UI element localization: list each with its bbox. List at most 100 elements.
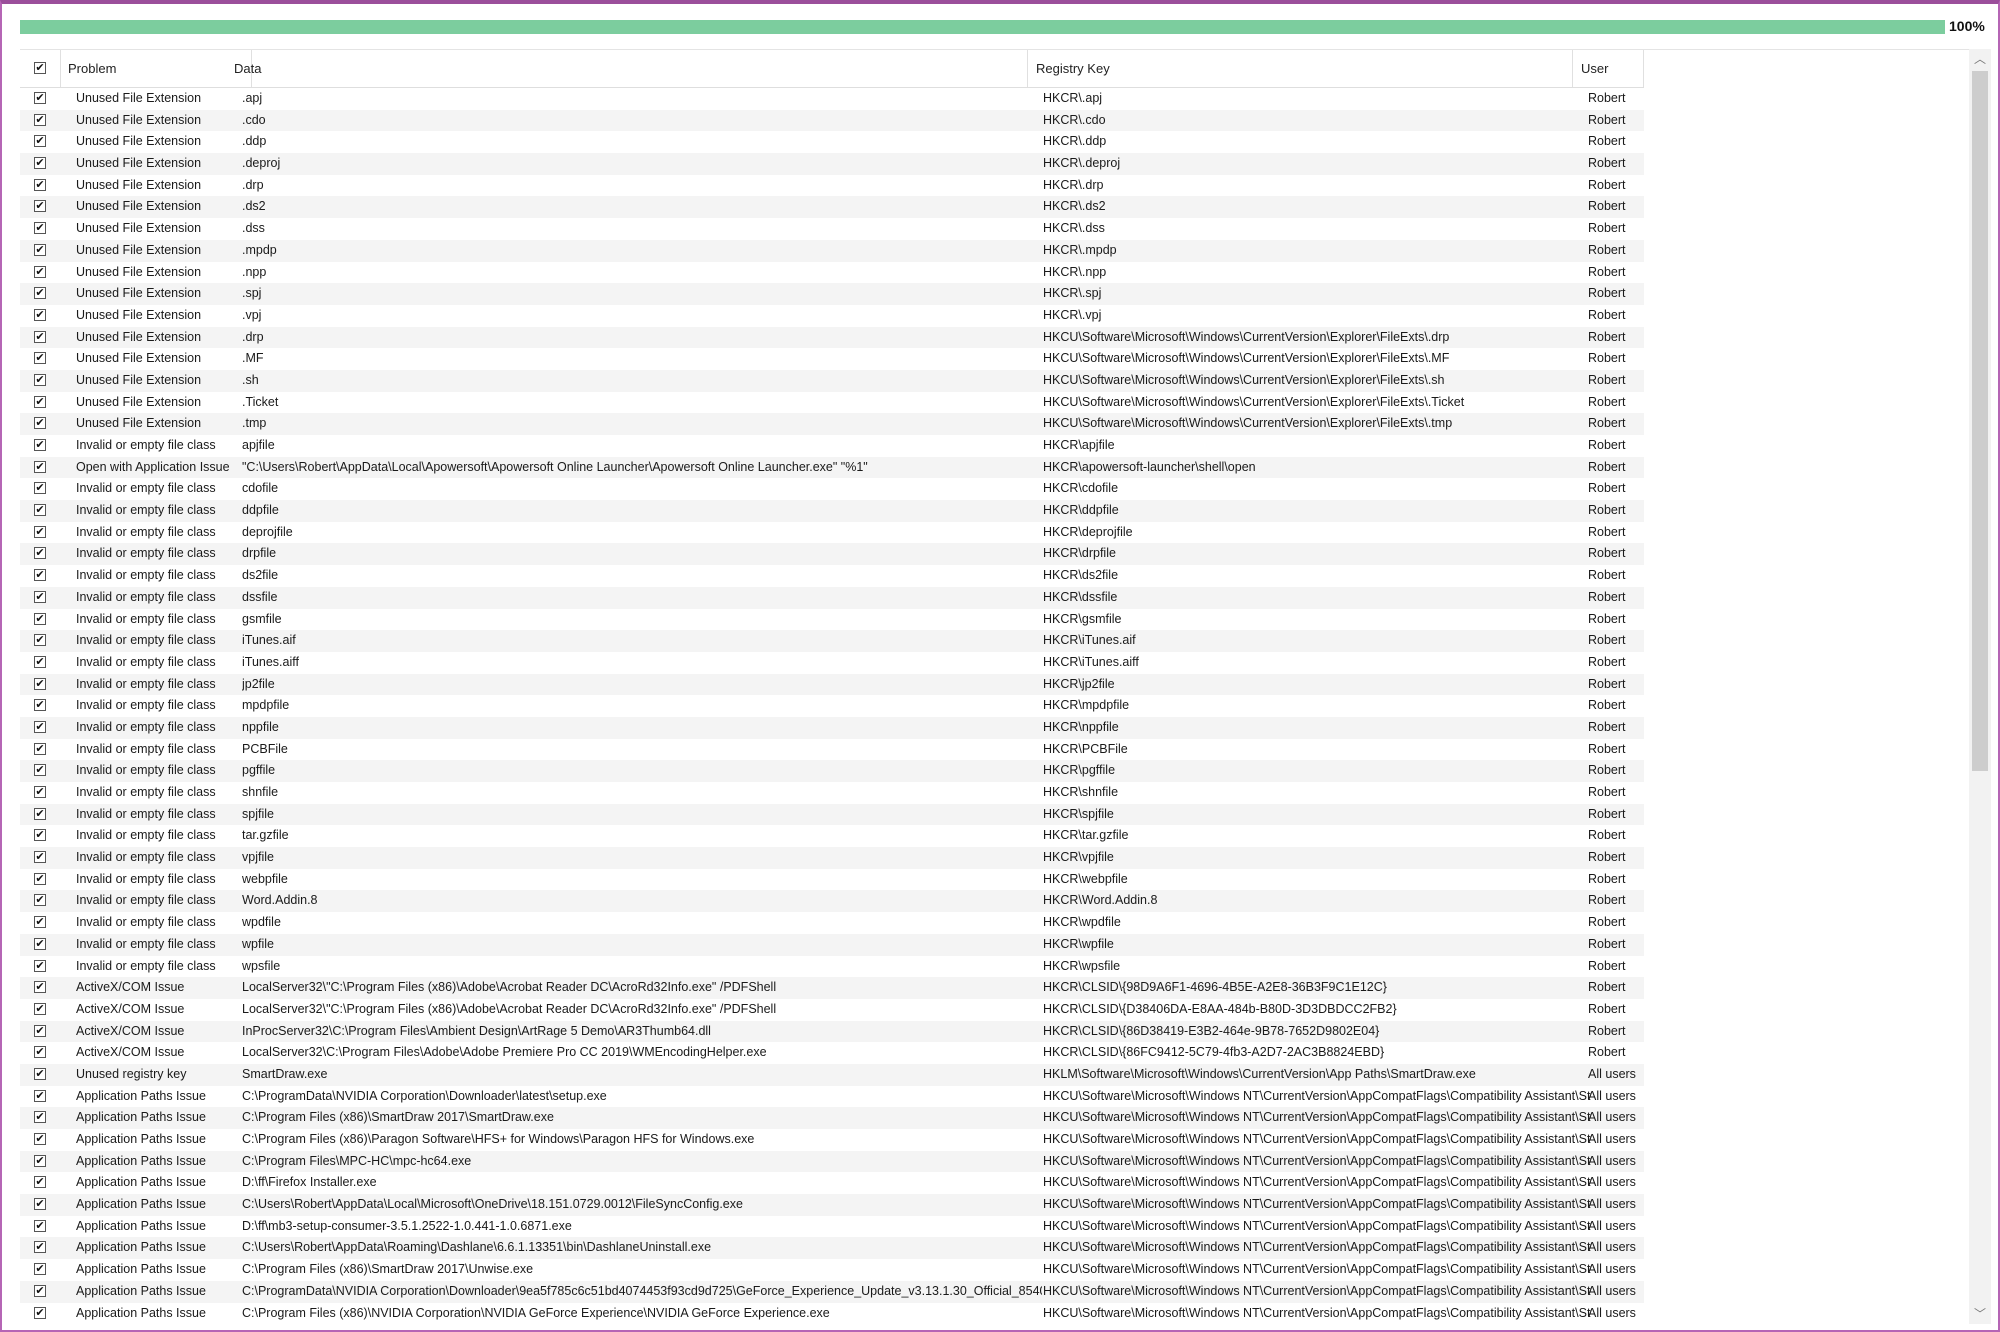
scrollbar-thumb[interactable] bbox=[1972, 71, 1988, 771]
table-row[interactable]: ✔ Invalid or empty file class nppfile HKCR\… bbox=[20, 716, 1644, 739]
scroll-up-icon[interactable]: ︿ bbox=[1969, 49, 1991, 69]
table-row[interactable]: ✔ Unused File Extension .npp HKCR\.npp Rober… bbox=[20, 262, 1644, 284]
row-checkbox[interactable]: ✔ bbox=[34, 265, 46, 278]
row-checkbox[interactable]: ✔ bbox=[34, 981, 46, 994]
table-row[interactable]: ✔ Invalid or empty file class cdofile HKCR\… bbox=[20, 478, 1644, 500]
row-checkbox[interactable]: ✔ bbox=[34, 764, 46, 777]
table-row[interactable]: ✔ ActiveX/COM Issue LocalServer32\"C:\Prog… bbox=[20, 999, 1644, 1021]
table-row[interactable]: ✔ Invalid or empty file class iTunes.aiff H… bbox=[20, 652, 1644, 674]
table-row[interactable]: ✔ Invalid or empty file class Word.Addin.8… bbox=[20, 890, 1644, 913]
row-checkbox[interactable]: ✔ bbox=[34, 786, 46, 798]
table-row[interactable]: ✔ ActiveX/COM Issue LocalServer32\"C:\Prog… bbox=[20, 977, 1644, 999]
row-checkbox[interactable]: ✔ bbox=[34, 200, 46, 213]
table-row[interactable]: ✔ Application Paths Issue D:\ff\Firefox In… bbox=[20, 1172, 1644, 1194]
row-checkbox[interactable]: ✔ bbox=[34, 1002, 46, 1015]
row-checkbox[interactable]: ✔ bbox=[34, 1263, 46, 1276]
row-checkbox[interactable]: ✔ bbox=[34, 373, 46, 386]
table-row[interactable]: ✔ Unused File Extension .sh HKCU\Software\M… bbox=[20, 369, 1644, 392]
table-row[interactable]: ✔ Invalid or empty file class jp2file HKCR\… bbox=[20, 673, 1644, 696]
row-checkbox[interactable]: ✔ bbox=[34, 699, 46, 712]
row-checkbox[interactable]: ✔ bbox=[34, 742, 46, 755]
table-row[interactable]: ✔ Application Paths Issue D:\ff\mb3-setup-… bbox=[20, 1216, 1644, 1238]
row-checkbox[interactable]: ✔ bbox=[34, 92, 46, 104]
table-row[interactable]: ✔ Invalid or empty file class shnfile HKCR\… bbox=[20, 782, 1644, 804]
row-checkbox[interactable]: ✔ bbox=[34, 1198, 46, 1211]
table-row[interactable]: ✔ Invalid or empty file class webpfile HKCR… bbox=[20, 869, 1644, 891]
table-row[interactable]: ✔ Invalid or empty file class ddpfile HKCR\… bbox=[20, 500, 1644, 522]
row-checkbox[interactable]: ✔ bbox=[34, 547, 46, 560]
row-checkbox[interactable]: ✔ bbox=[34, 569, 46, 582]
row-checkbox[interactable]: ✔ bbox=[34, 894, 46, 907]
row-checkbox[interactable]: ✔ bbox=[34, 634, 46, 647]
table-row[interactable]: ✔ Unused File Extension .mpdp HKCR\.mpdp Rob… bbox=[20, 239, 1644, 262]
row-checkbox[interactable]: ✔ bbox=[34, 829, 46, 842]
table-row[interactable]: ✔ Unused File Extension .ds2 HKCR\.ds2 Rober… bbox=[20, 196, 1644, 219]
table-row[interactable]: ✔ Unused File Extension .ddp HKCR\.ddp Rober… bbox=[20, 131, 1644, 153]
table-row[interactable]: ✔ Invalid or empty file class mpdpfile HKCR… bbox=[20, 695, 1644, 717]
row-checkbox[interactable]: ✔ bbox=[34, 1284, 46, 1297]
row-checkbox[interactable]: ✔ bbox=[34, 460, 46, 473]
row-checkbox[interactable]: ✔ bbox=[34, 1241, 46, 1254]
column-header-data[interactable]: Data bbox=[226, 50, 1028, 87]
table-row[interactable]: ✔ Unused registry key SmartDraw.exe HKLM\So… bbox=[20, 1063, 1644, 1086]
row-checkbox[interactable]: ✔ bbox=[34, 1111, 46, 1124]
table-row[interactable]: ✔ Application Paths Issue C:\ProgramData\N… bbox=[20, 1280, 1644, 1303]
vertical-scrollbar[interactable]: ︿ ﹀ bbox=[1969, 49, 1991, 1324]
row-checkbox[interactable]: ✔ bbox=[34, 1024, 46, 1037]
table-row[interactable]: ✔ Unused File Extension .deproj HKCR\.depro… bbox=[20, 153, 1644, 175]
table-row[interactable]: ✔ ActiveX/COM Issue InProcServer32\C:\Prog… bbox=[20, 1020, 1644, 1043]
table-row[interactable]: ✔ Application Paths Issue C:\Program Files… bbox=[20, 1129, 1644, 1151]
table-row[interactable]: ✔ Application Paths Issue C:\Users\Robert\… bbox=[20, 1194, 1644, 1216]
table-row[interactable]: ✔ Invalid or empty file class deprojfile HK… bbox=[20, 522, 1644, 544]
row-checkbox[interactable]: ✔ bbox=[34, 872, 46, 885]
table-row[interactable]: ✔ Invalid or empty file class wpdfile HKCR\… bbox=[20, 912, 1644, 934]
row-checkbox[interactable]: ✔ bbox=[34, 959, 46, 972]
table-row[interactable]: ✔ Invalid or empty file class wpsfile HKCR\… bbox=[20, 956, 1644, 978]
row-checkbox[interactable]: ✔ bbox=[34, 590, 46, 603]
table-row[interactable]: ✔ Application Paths Issue C:\Users\Robert\… bbox=[20, 1237, 1644, 1260]
table-row[interactable]: ✔ Application Paths Issue C:\Program Files… bbox=[20, 1107, 1644, 1129]
row-checkbox[interactable]: ✔ bbox=[34, 1306, 46, 1319]
table-row[interactable]: ✔ Invalid or empty file class iTunes.aif HK… bbox=[20, 630, 1644, 652]
row-checkbox[interactable]: ✔ bbox=[34, 222, 46, 235]
table-row[interactable]: ✔ Invalid or empty file class tar.gzfile HK… bbox=[20, 825, 1644, 847]
table-row[interactable]: ✔ ActiveX/COM Issue LocalServer32\C:\Progr… bbox=[20, 1042, 1644, 1064]
table-row[interactable]: ✔ Invalid or empty file class spjfile HKCR\… bbox=[20, 803, 1644, 826]
row-checkbox[interactable]: ✔ bbox=[34, 1154, 46, 1167]
row-checkbox[interactable]: ✔ bbox=[34, 504, 46, 517]
column-header-problem[interactable]: Problem bbox=[60, 50, 252, 87]
table-row[interactable]: ✔ Invalid or empty file class apjfile HKCR\… bbox=[20, 435, 1644, 457]
table-row[interactable]: ✔ Invalid or empty file class gsmfile HKCR\… bbox=[20, 609, 1644, 631]
row-checkbox[interactable]: ✔ bbox=[34, 1067, 46, 1080]
table-row[interactable]: ✔ Unused File Extension .MF HKCU\Software\M… bbox=[20, 348, 1644, 370]
row-checkbox[interactable]: ✔ bbox=[34, 113, 46, 126]
row-checkbox[interactable]: ✔ bbox=[34, 916, 46, 929]
table-row[interactable]: ✔ Unused File Extension .drp HKCU\Software\… bbox=[20, 326, 1644, 349]
table-row[interactable]: ✔ Invalid or empty file class vpjfile HKCR\… bbox=[20, 847, 1644, 869]
row-checkbox[interactable]: ✔ bbox=[34, 352, 46, 365]
row-checkbox[interactable]: ✔ bbox=[34, 937, 46, 950]
row-checkbox[interactable]: ✔ bbox=[34, 308, 46, 321]
table-row[interactable]: ✔ Unused File Extension .apj HKCR\.apj Rober… bbox=[20, 88, 1644, 110]
table-row[interactable]: ✔ Application Paths Issue C:\Program Files… bbox=[20, 1259, 1644, 1281]
row-checkbox[interactable]: ✔ bbox=[34, 178, 46, 191]
table-row[interactable]: ✔ Application Paths Issue C:\ProgramData\N… bbox=[20, 1086, 1644, 1108]
column-header-registry-key[interactable]: Registry Key bbox=[1028, 50, 1573, 87]
table-row[interactable]: ✔ Invalid or empty file class PCBFile HKCR\… bbox=[20, 739, 1644, 761]
row-checkbox[interactable]: ✔ bbox=[34, 720, 46, 733]
table-row[interactable]: ✔ Unused File Extension .dss HKCR\.dss Rober… bbox=[20, 218, 1644, 240]
row-checkbox[interactable]: ✔ bbox=[34, 807, 46, 820]
row-checkbox[interactable]: ✔ bbox=[34, 1176, 46, 1189]
row-checkbox[interactable]: ✔ bbox=[34, 395, 46, 408]
row-checkbox[interactable]: ✔ bbox=[34, 655, 46, 668]
row-checkbox[interactable]: ✔ bbox=[34, 135, 46, 148]
row-checkbox[interactable]: ✔ bbox=[34, 1219, 46, 1232]
row-checkbox[interactable]: ✔ bbox=[34, 287, 46, 300]
row-checkbox[interactable]: ✔ bbox=[34, 1089, 46, 1102]
scroll-down-icon[interactable]: ﹀ bbox=[1969, 1304, 1991, 1324]
row-checkbox[interactable]: ✔ bbox=[34, 1133, 46, 1145]
column-header-user[interactable]: User bbox=[1573, 50, 1644, 87]
table-row[interactable]: ✔ Unused File Extension .cdo HKCR\.cdo Rober… bbox=[20, 109, 1644, 132]
table-row[interactable]: ✔ Unused File Extension .vpj HKCR\.vpj Rober… bbox=[20, 305, 1644, 327]
row-checkbox[interactable]: ✔ bbox=[34, 243, 46, 256]
